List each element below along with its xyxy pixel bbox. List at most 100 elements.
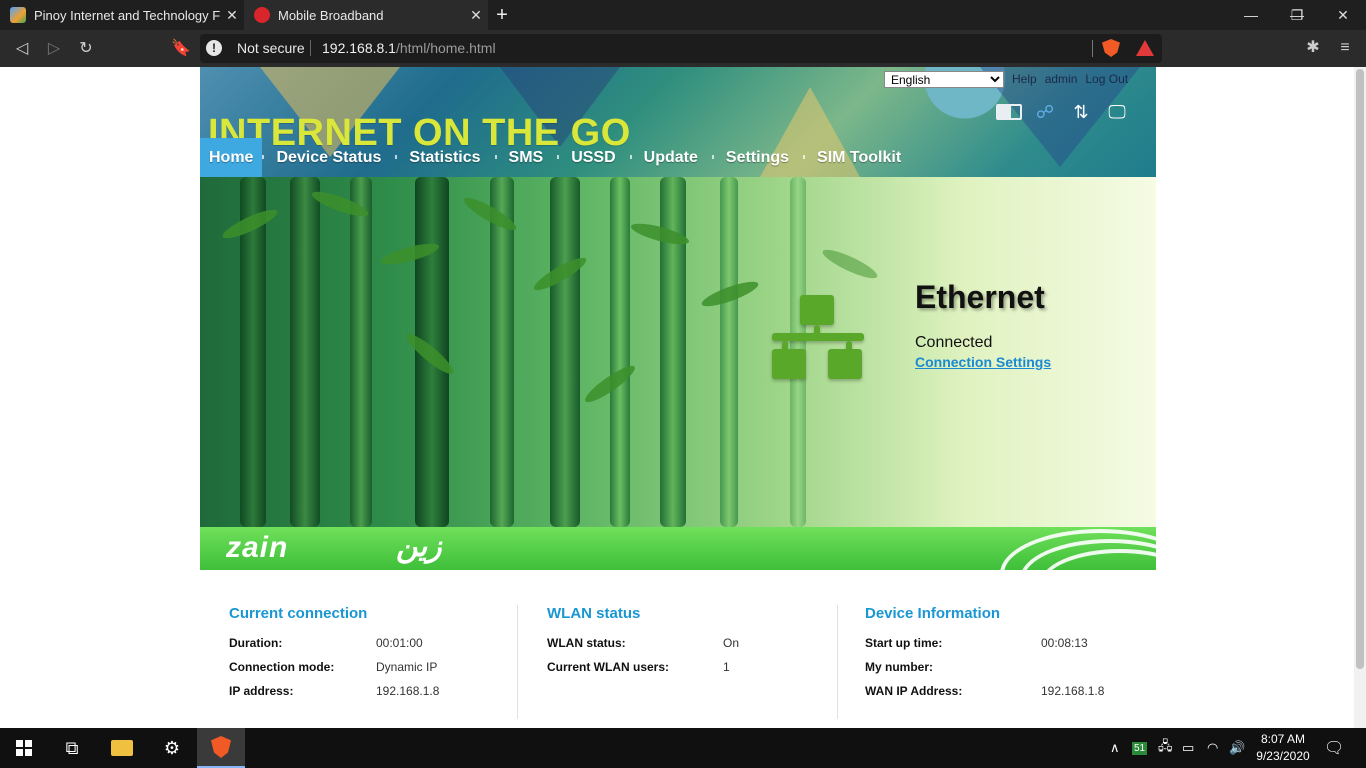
brave-icon <box>211 736 231 758</box>
bamboo-decoration <box>290 177 320 527</box>
info-value: 192.168.1.8 <box>1041 684 1105 698</box>
url-text[interactable]: 192.168.8.1/html/home.html <box>322 40 496 56</box>
panel-title: WLAN status <box>547 605 641 622</box>
nav-device-status[interactable]: Device Status <box>262 138 395 177</box>
nav-statistics[interactable]: Statistics <box>395 138 494 177</box>
info-row: Current WLAN users: 1 <box>547 655 837 679</box>
folder-icon <box>111 740 133 756</box>
info-row: My number: <box>865 655 1156 679</box>
info-value: Dynamic IP <box>376 660 438 674</box>
language-select[interactable]: English <box>884 70 1004 88</box>
windows-taskbar: ⧉ ⚙ ∧ 51 🖧 ▭ ◠ 🔊 8:07 AM 9/23/2020 🗨 <box>0 728 1366 768</box>
brave-rewards-icon[interactable] <box>1136 40 1154 56</box>
panel-title: Current connection <box>229 605 368 622</box>
tab-pinoy-internet[interactable]: Pinoy Internet and Technology For ✕ <box>0 0 244 30</box>
file-explorer-button[interactable] <box>98 728 146 768</box>
info-panels: Current connection Duration: 00:01:00 Co… <box>200 597 1156 722</box>
scrollbar-thumb[interactable] <box>1356 69 1364 669</box>
info-value: 1 <box>723 660 730 674</box>
panel-divider <box>837 605 838 719</box>
nav-home[interactable]: Home <box>200 138 263 177</box>
connection-title: Ethernet <box>915 279 1045 315</box>
ethernet-network-icon <box>772 295 864 381</box>
start-button[interactable] <box>0 728 48 768</box>
brave-taskbar-button[interactable] <box>197 728 245 768</box>
logout-link[interactable]: Log Out <box>1085 72 1128 86</box>
brave-shields-icon[interactable] <box>1102 39 1120 57</box>
reload-icon[interactable]: ↻ <box>74 37 98 61</box>
bookmark-icon[interactable]: 🔖 <box>169 37 193 61</box>
leaf-decoration <box>819 244 881 284</box>
maximize-button[interactable]: ❐ <box>1274 0 1320 30</box>
current-connection-panel: Current connection Duration: 00:01:00 Co… <box>229 605 517 719</box>
network-icon: ☍ <box>1035 102 1055 122</box>
nav-sim-toolkit[interactable]: SIM Toolkit <box>803 138 915 177</box>
browser-toolbar: ◁ ▷ ↻ 🔖 ! Not secure 192.168.8.1/html/ho… <box>0 30 1366 67</box>
info-row: Connection mode: Dynamic IP <box>229 655 517 679</box>
info-value: 192.168.1.8 <box>376 684 440 698</box>
main-nav: Home Device Status Statistics SMS USSD U… <box>200 138 915 177</box>
info-value: 00:01:00 <box>376 636 423 650</box>
tray-app-icon[interactable]: 51 <box>1132 728 1148 768</box>
page-viewport: INTERNET ON THE GO English Help admin Lo… <box>0 67 1366 728</box>
tray-badge: 51 <box>1132 741 1148 755</box>
nav-update[interactable]: Update <box>629 138 712 177</box>
info-label: WLAN status: <box>547 636 626 650</box>
connection-settings-link[interactable]: Connection Settings <box>915 354 1051 370</box>
address-bar[interactable]: ! Not secure 192.168.8.1/html/home.html <box>200 34 1162 63</box>
header-top-links: English Help admin Log Out <box>884 70 1128 88</box>
network-node <box>828 349 862 379</box>
info-row: Duration: 00:01:00 <box>229 631 517 655</box>
tab-close-icon[interactable]: ✕ <box>220 7 244 24</box>
forward-icon[interactable]: ▷ <box>42 37 66 61</box>
network-node <box>800 295 834 325</box>
url-host: 192.168.8.1 <box>322 40 396 56</box>
nav-settings[interactable]: Settings <box>711 138 803 177</box>
info-value: 00:08:13 <box>1041 636 1088 650</box>
tab-title: Pinoy Internet and Technology For <box>34 7 220 23</box>
task-view-icon[interactable]: ⧉ <box>48 728 96 768</box>
url-end-separator <box>1092 40 1093 57</box>
status-icons: ☍ ⇅ 🖵 <box>996 102 1130 122</box>
info-label: Connection mode: <box>229 660 335 674</box>
settings-gear-icon[interactable]: ⚙ <box>148 728 196 768</box>
tab-mobile-broadband[interactable]: Mobile Broadband ✕ <box>244 0 488 30</box>
back-icon[interactable]: ◁ <box>10 37 34 61</box>
bamboo-decoration <box>350 177 372 527</box>
nav-ussd[interactable]: USSD <box>557 138 629 177</box>
tray-chevron-up-icon[interactable]: ∧ <box>1110 728 1120 768</box>
user-label: admin <box>1044 72 1078 86</box>
battery-tray-icon[interactable]: ▭ <box>1182 728 1194 768</box>
info-row: IP address: 192.168.1.8 <box>229 679 517 703</box>
notification-icon[interactable]: 🗨 <box>1324 728 1344 768</box>
info-icon[interactable]: ! <box>206 40 222 56</box>
info-label: Current WLAN users: <box>547 660 670 674</box>
router-header: INTERNET ON THE GO English Help admin Lo… <box>200 67 1156 177</box>
system-clock[interactable]: 8:07 AM 9/23/2020 <box>1250 731 1316 765</box>
bamboo-decoration <box>720 177 738 527</box>
new-tab-button[interactable]: + <box>490 2 514 28</box>
bamboo-decoration <box>610 177 630 527</box>
security-label: Not secure <box>237 40 305 56</box>
minimize-button-2[interactable]: — <box>1228 0 1274 30</box>
panel-title: Device Information <box>865 605 1001 622</box>
help-link[interactable]: Help <box>1012 72 1037 86</box>
tab-favicon-icon <box>10 7 26 23</box>
volume-tray-icon[interactable]: 🔊 <box>1229 728 1245 768</box>
extensions-icon[interactable]: ✱ <box>1302 37 1324 59</box>
browser-tab-bar: Pinoy Internet and Technology For ✕ Mobi… <box>0 0 1366 30</box>
info-label: IP address: <box>229 684 294 698</box>
info-value: On <box>723 636 740 650</box>
zain-brand-band: zain زين <box>200 527 1156 570</box>
close-window-button[interactable]: ✕ <box>1320 0 1366 30</box>
info-row: WAN IP Address: 192.168.1.8 <box>865 679 1156 703</box>
nav-sms[interactable]: SMS <box>494 138 558 177</box>
clock-date: 9/23/2020 <box>1256 749 1310 763</box>
network-tray-icon[interactable]: 🖧 <box>1158 728 1173 768</box>
tab-close-icon[interactable]: ✕ <box>464 7 488 24</box>
info-row: Start up time: 00:08:13 <box>865 631 1156 655</box>
info-row: WLAN status: On <box>547 631 837 655</box>
wifi-tray-icon[interactable]: ◠ <box>1207 728 1218 768</box>
menu-icon[interactable]: ≡ <box>1334 37 1356 59</box>
page-scrollbar[interactable] <box>1354 67 1366 728</box>
